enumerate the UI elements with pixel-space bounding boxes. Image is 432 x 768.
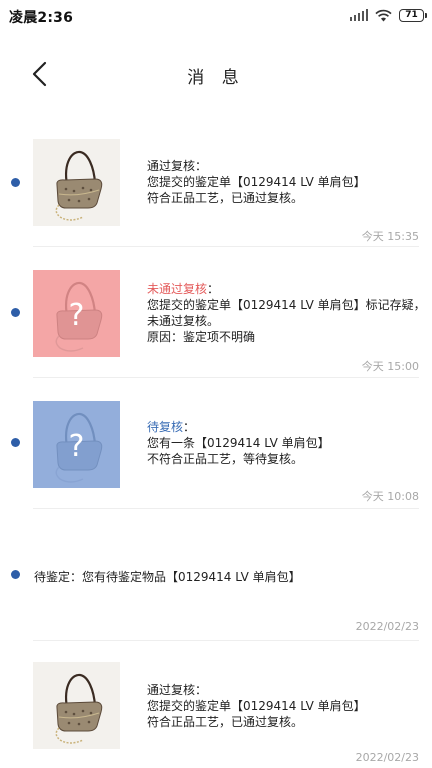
bag-thumbnail-pending: ?	[33, 401, 120, 488]
bag-thumbnail-rejected: ?	[33, 270, 120, 357]
wifi-icon	[375, 9, 392, 21]
status-time: 凌晨2:36	[9, 10, 74, 26]
shoulder-bag-icon	[33, 139, 120, 226]
bag-thumbnail	[33, 662, 120, 749]
status-icons: 71	[349, 7, 427, 23]
message-time: 今天 15:00	[361, 360, 419, 373]
message-line: 您提交的鉴定单【0129414 LV 单肩包】	[147, 175, 366, 189]
message-body: 未通过复核： 您提交的鉴定单【0129414 LV 单肩包】标记存疑， 未通过复…	[147, 281, 426, 345]
battery-indicator: 71	[399, 8, 427, 22]
status-colon: ：	[195, 683, 208, 697]
divider	[33, 508, 419, 509]
status-colon: ：	[195, 159, 208, 173]
unread-dot	[11, 438, 20, 447]
bag-thumbnail	[33, 139, 120, 226]
message-item-pending-authentication[interactable]: 待鉴定：您有待鉴定物品【0129414 LV 单肩包】 2022/02/23	[0, 560, 432, 642]
status-label: 通过复核	[147, 159, 196, 173]
status-label: 待复核	[147, 420, 184, 434]
message-item-rejected[interactable]: ? 未通过复核： 您提交的鉴定单【0129414 LV 单肩包】标记存疑， 未通…	[0, 270, 432, 380]
message-line: 您提交的鉴定单【0129414 LV 单肩包】	[147, 699, 366, 713]
message-body: 待复核： 您有一条【0129414 LV 单肩包】 不符合正品工艺，等待复核。	[147, 419, 330, 467]
message-body: 通过复核： 您提交的鉴定单【0129414 LV 单肩包】 符合正品工艺，已通过…	[147, 158, 366, 206]
message-line: 符合正品工艺，已通过复核。	[147, 715, 304, 729]
unread-dot	[11, 178, 20, 187]
message-item-approved[interactable]: 通过复核： 您提交的鉴定单【0129414 LV 单肩包】 符合正品工艺，已通过…	[0, 662, 432, 768]
question-mark-icon: ?	[33, 401, 120, 488]
status-label: 未通过复核	[147, 282, 208, 296]
divider	[33, 640, 419, 641]
message-item-pending-review[interactable]: ? 待复核： 您有一条【0129414 LV 单肩包】 不符合正品工艺，等待复核…	[0, 401, 432, 511]
status-label: 通过复核	[147, 683, 196, 697]
status-bar: 凌晨2:36 71	[0, 0, 432, 30]
message-time: 2022/02/23	[355, 620, 419, 633]
message-line: 未通过复核。	[147, 314, 220, 328]
message-line: 您提交的鉴定单【0129414 LV 单肩包】标记存疑，	[147, 298, 426, 312]
shoulder-bag-icon	[33, 662, 120, 749]
navigation-header: 消 息	[0, 52, 432, 96]
message-line: 不符合正品工艺，等待复核。	[147, 452, 304, 466]
status-colon: ：	[207, 282, 220, 296]
message-item-approved[interactable]: 通过复核： 您提交的鉴定单【0129414 LV 单肩包】 符合正品工艺，已通过…	[0, 139, 432, 249]
svg-text:?: ?	[69, 298, 85, 333]
divider	[33, 246, 419, 247]
message-time: 今天 10:08	[361, 490, 419, 503]
question-mark-icon: ?	[33, 270, 120, 357]
svg-text:?: ?	[69, 429, 85, 464]
signal-icon	[349, 9, 368, 21]
message-body: 通过复核： 您提交的鉴定单【0129414 LV 单肩包】 符合正品工艺，已通过…	[147, 682, 366, 730]
status-colon: ：	[183, 420, 196, 434]
message-time: 2022/02/23	[355, 751, 419, 764]
unread-dot	[11, 570, 20, 579]
page-title: 消 息	[187, 68, 245, 88]
message-line: 原因：鉴定项不明确	[147, 330, 256, 344]
message-time: 今天 15:35	[361, 230, 419, 243]
message-line: 您有一条【0129414 LV 单肩包】	[147, 436, 330, 450]
divider	[33, 377, 419, 378]
message-line: 待鉴定：您有待鉴定物品【0129414 LV 单肩包】	[34, 570, 301, 584]
message-line: 符合正品工艺，已通过复核。	[147, 191, 304, 205]
unread-dot	[11, 308, 20, 317]
